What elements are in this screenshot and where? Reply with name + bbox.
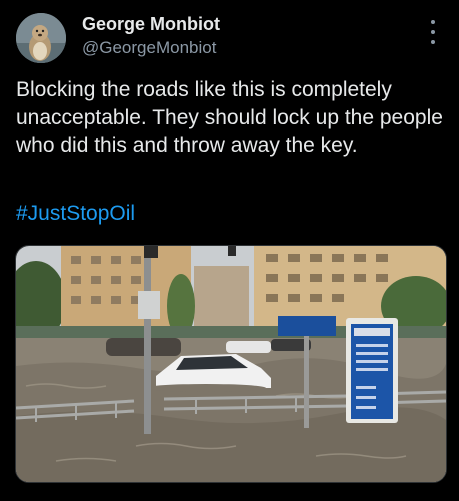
more-vertical-icon [431, 20, 435, 24]
hashtag-link[interactable]: #JustStopOil [16, 200, 135, 228]
otter-avatar-icon [16, 13, 66, 63]
tweet-card: George Monbiot @GeorgeMonbiot Blocking t… [0, 0, 459, 501]
author-handle[interactable]: @GeorgeMonbiot [82, 38, 216, 58]
tweet-media-photo[interactable] [15, 245, 447, 483]
tweet-text: Blocking the roads like this is complete… [16, 78, 443, 157]
flooded-street-photo-icon [16, 246, 446, 482]
more-options-button[interactable] [426, 20, 440, 44]
author-avatar[interactable] [16, 13, 66, 63]
author-display-name[interactable]: George Monbiot [82, 14, 220, 35]
